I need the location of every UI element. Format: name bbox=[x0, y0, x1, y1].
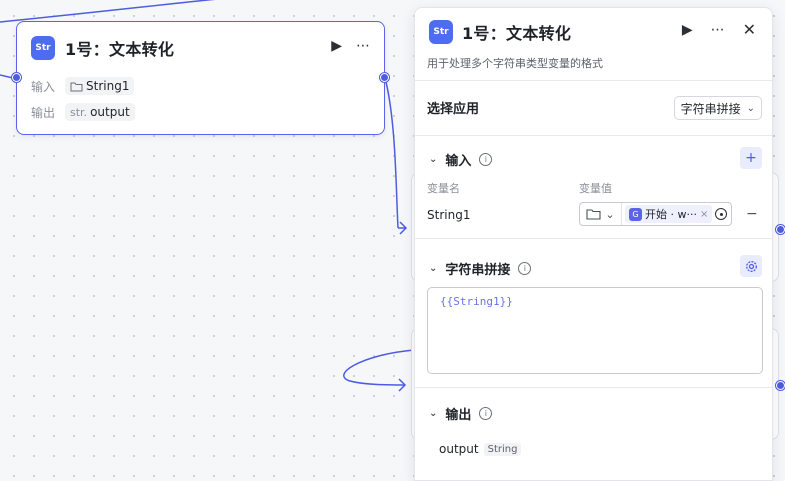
string-node-icon: Str bbox=[429, 20, 453, 44]
node-title: 1号：文本转化 bbox=[65, 40, 175, 59]
app-select[interactable]: 字符串拼接 ⌄ bbox=[673, 96, 762, 120]
divider bbox=[415, 135, 772, 136]
target-icon[interactable] bbox=[715, 208, 727, 220]
node-output-var: output bbox=[90, 105, 130, 119]
divider bbox=[415, 80, 772, 81]
node-input-var: String1 bbox=[86, 79, 130, 93]
panel-title: 1号：文本转化 bbox=[462, 24, 572, 43]
text-transform-node[interactable]: Str 1号：文本转化 ▶ ⋯ 输入 String1 输出 str. outpu… bbox=[16, 21, 385, 135]
output-type-badge: String bbox=[483, 442, 522, 456]
template-textarea[interactable]: {{String1}} bbox=[427, 287, 763, 374]
close-icon[interactable]: ✕ bbox=[743, 22, 756, 38]
column-header-value: 变量值 bbox=[579, 182, 612, 195]
divider bbox=[415, 238, 772, 239]
node-output-chip: str. output bbox=[65, 103, 135, 121]
run-icon[interactable]: ▶ bbox=[682, 22, 693, 38]
node-header: Str 1号：文本转化 bbox=[31, 36, 174, 60]
bg-node-2-output-port[interactable] bbox=[776, 381, 785, 390]
chevron-down-icon: ⌄ bbox=[605, 207, 615, 221]
settings-button[interactable] bbox=[740, 255, 762, 277]
select-app-label: 选择应用 bbox=[427, 102, 480, 117]
node-output-type: str. bbox=[70, 105, 88, 119]
info-icon[interactable]: i bbox=[479, 407, 493, 420]
more-icon[interactable]: ⋯ bbox=[711, 22, 725, 38]
node-output-label: 输出 bbox=[31, 105, 56, 120]
chevron-down-icon: ⌄ bbox=[429, 154, 438, 165]
chevron-down-icon: ⌄ bbox=[746, 102, 755, 114]
add-input-button[interactable]: + bbox=[740, 147, 762, 169]
output-var-name: output bbox=[439, 442, 479, 456]
info-icon[interactable]: i bbox=[518, 262, 532, 275]
value-type-select[interactable]: ⌄ bbox=[580, 203, 622, 225]
run-icon[interactable]: ▶ bbox=[331, 38, 342, 54]
node-input-label: 输入 bbox=[31, 79, 56, 94]
reference-tag[interactable]: G 开始 · w··· × bbox=[625, 205, 713, 223]
node-settings-panel: Str 1号：文本转化 ▶ ⋯ ✕ 用于处理多个字符串类型变量的格式 选择应用 … bbox=[414, 7, 773, 481]
app-select-value: 字符串拼接 bbox=[680, 101, 741, 116]
panel-description: 用于处理多个字符串类型变量的格式 bbox=[427, 57, 603, 70]
column-header-name: 变量名 bbox=[427, 182, 460, 195]
divider bbox=[415, 387, 772, 388]
more-icon[interactable]: ⋯ bbox=[356, 38, 370, 54]
folder-icon bbox=[70, 82, 83, 91]
concat-section-title: 字符串拼接 bbox=[445, 263, 511, 278]
panel-actions: ▶ ⋯ ✕ bbox=[682, 22, 756, 39]
node-output-port[interactable] bbox=[380, 73, 389, 82]
gear-icon bbox=[745, 260, 757, 272]
bg-node-1-output-port[interactable] bbox=[776, 225, 785, 234]
input-section-title: 输入 bbox=[445, 154, 472, 169]
panel-header: Str 1号：文本转化 bbox=[429, 20, 571, 44]
start-node-icon: G bbox=[629, 207, 642, 221]
node-input-row: 输入 String1 bbox=[31, 77, 135, 95]
input-section-header[interactable]: ⌄ 输入 i bbox=[429, 150, 493, 169]
info-icon[interactable]: i bbox=[479, 153, 493, 166]
output-var-row: output String bbox=[439, 442, 522, 456]
remove-tag-icon[interactable]: × bbox=[700, 209, 708, 220]
node-input-chip: String1 bbox=[65, 77, 135, 95]
output-section-title: 输出 bbox=[445, 408, 472, 423]
concat-section-header[interactable]: ⌄ 字符串拼接 i bbox=[429, 259, 532, 278]
node-output-row: 输出 str. output bbox=[31, 103, 135, 121]
node-actions: ▶ ⋯ bbox=[331, 38, 370, 54]
output-section-header[interactable]: ⌄ 输出 i bbox=[429, 404, 493, 423]
chevron-down-icon: ⌄ bbox=[429, 263, 438, 274]
delete-input-button[interactable]: − bbox=[746, 206, 758, 222]
string-node-icon: Str bbox=[31, 36, 55, 60]
folder-icon bbox=[586, 209, 601, 220]
node-input-port[interactable] bbox=[12, 73, 21, 82]
input-var-name: String1 bbox=[427, 208, 471, 222]
chevron-down-icon: ⌄ bbox=[429, 408, 438, 419]
input-var-value-field[interactable]: ⌄ G 开始 · w··· × bbox=[579, 202, 732, 226]
reference-tag-label: 开始 · w··· bbox=[645, 208, 697, 221]
